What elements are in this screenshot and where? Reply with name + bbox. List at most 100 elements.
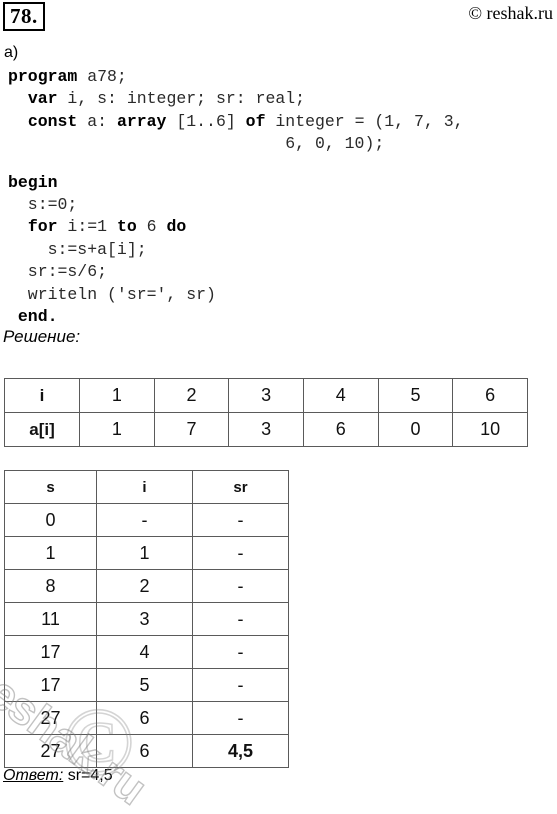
code-keyword: to <box>116 217 137 237</box>
code-text: integer = (1, 7, 3, <box>265 111 464 131</box>
solution-label: Решение: <box>3 327 81 346</box>
array-value-cell: 3 <box>228 412 304 447</box>
array-index-cell: 2 <box>153 378 230 413</box>
array-index-cell: 3 <box>228 378 304 413</box>
table-row: 11 3- <box>4 602 289 636</box>
code-text: 6 <box>136 217 167 237</box>
array-row-label-ai: a[i] <box>4 412 80 447</box>
code-line: for i:=1 to 6 do <box>8 216 548 238</box>
table-row: 17 5- <box>4 668 289 702</box>
code-text: i:=1 <box>57 217 117 237</box>
trace-cell-s: 1 <box>4 536 97 570</box>
trace-column-header: sr <box>192 470 289 504</box>
array-row-label-i: i <box>4 378 80 413</box>
code-keyword: array <box>116 111 167 131</box>
part-label-a: а) <box>4 44 19 61</box>
site-credit: © reshak.ru <box>468 3 553 23</box>
table-row: a[i] 1 7 3 6 0 10 <box>4 412 528 447</box>
code-line: const a: array [1..6] of integer = (1, 7… <box>8 111 548 133</box>
code-keyword: do <box>166 217 187 237</box>
code-keyword: var <box>27 89 58 109</box>
trace-cell-i: 6 <box>96 701 193 735</box>
array-index-cell: 4 <box>302 378 379 413</box>
pascal-code-block: program a78; var i, s: integer; sr: real… <box>8 66 548 328</box>
code-text: sr:=s/6; <box>8 262 108 282</box>
trace-cell-sr: - <box>192 602 289 636</box>
code-keyword: end. <box>17 306 58 326</box>
code-text: a: <box>77 111 117 131</box>
code-line: end. <box>8 306 548 328</box>
code-line: program a78; <box>8 66 548 88</box>
array-index-cell: 6 <box>452 378 528 413</box>
trace-cell-i: 6 <box>96 734 193 768</box>
code-keyword: for <box>27 217 58 237</box>
code-text: [1..6] <box>166 111 246 131</box>
array-table-body: i 123456 a[i] 1 7 3 6 0 10 <box>4 378 528 447</box>
trace-cell-sr: - <box>192 536 289 570</box>
code-text: s:=s+a[i]; <box>8 239 147 259</box>
trace-cell-i: 3 <box>96 602 193 636</box>
answer-line: Ответ: sr=4,5 <box>3 766 113 786</box>
task-number-label: 78. <box>10 4 38 28</box>
trace-cell-i: - <box>96 503 193 537</box>
trace-cell-i: 4 <box>96 635 193 669</box>
code-text: writeln ('sr=', sr) <box>8 284 216 304</box>
array-value-cell: 0 <box>377 412 454 447</box>
code-line: s:=s+a[i]; <box>8 239 548 261</box>
array-value-cell: 10 <box>452 412 528 447</box>
array-value-cell: 6 <box>302 412 379 447</box>
trace-cell-i: 2 <box>96 569 193 603</box>
trace-table-body: 0- -1 1-8 2-11 3-17 4-17 5-27 6-27 6 4,5 <box>4 503 289 768</box>
code-keyword: const <box>27 111 78 131</box>
table-row: 0-- <box>4 503 289 537</box>
table-row: 82- <box>4 569 289 603</box>
trace-table-head: s i sr <box>4 470 289 504</box>
table-header-row: s i sr <box>4 470 289 504</box>
array-index-cell: 1 <box>79 378 155 413</box>
array-value-cell: 7 <box>153 412 230 447</box>
trace-column-header: i <box>96 470 193 504</box>
trace-column-header: s <box>4 470 97 504</box>
code-keyword: of <box>245 111 266 131</box>
trace-table: s i sr 0- -1 1-8 2-11 3-17 4-17 5-27 6-27 6 4,5 <box>4 470 289 768</box>
table-row: 27 6- <box>4 701 289 735</box>
code-text: i, s: integer; sr: real; <box>57 89 306 109</box>
answer-value: sr=4,5 <box>67 767 113 784</box>
code-keyword: program <box>8 67 78 86</box>
table-row: 17 4- <box>4 635 289 669</box>
array-values-table: i 123456 a[i] 1 7 3 6 0 10 <box>4 378 528 447</box>
table-row: 11- <box>4 536 289 570</box>
trace-cell-i: 5 <box>96 668 193 702</box>
array-value-cell: 1 <box>79 412 155 447</box>
trace-cell-s: 27 <box>4 701 97 735</box>
code-keyword: begin <box>8 172 58 192</box>
table-row: 27 6 4,5 <box>4 734 289 768</box>
trace-cell-i: 1 <box>96 536 193 570</box>
trace-cell-s: 8 <box>4 569 97 603</box>
code-text: a78; <box>77 67 127 86</box>
code-line: s:=0; <box>8 194 548 216</box>
code-line: var i, s: integer; sr: real; <box>8 88 548 110</box>
trace-cell-sr: - <box>192 635 289 669</box>
answer-label: Ответ: <box>3 767 64 784</box>
trace-cell-sr: - <box>192 503 289 537</box>
trace-cell-sr: - <box>192 668 289 702</box>
array-index-cell: 5 <box>377 378 454 413</box>
trace-cell-sr: - <box>192 569 289 603</box>
table-row: i 123456 <box>4 378 528 413</box>
trace-cell-s: 27 <box>4 734 97 768</box>
trace-cell-sr: - <box>192 701 289 735</box>
trace-cell-s: 0 <box>4 503 97 537</box>
task-number-badge: 78. <box>3 2 45 31</box>
code-text: s:=0; <box>8 194 78 214</box>
code-line: begin <box>8 172 548 194</box>
code-line: 6, 0, 10); <box>8 133 548 155</box>
trace-cell-s: 17 <box>4 668 97 702</box>
trace-cell-sr: 4,5 <box>192 734 289 768</box>
code-text: 6, 0, 10); <box>8 134 385 154</box>
